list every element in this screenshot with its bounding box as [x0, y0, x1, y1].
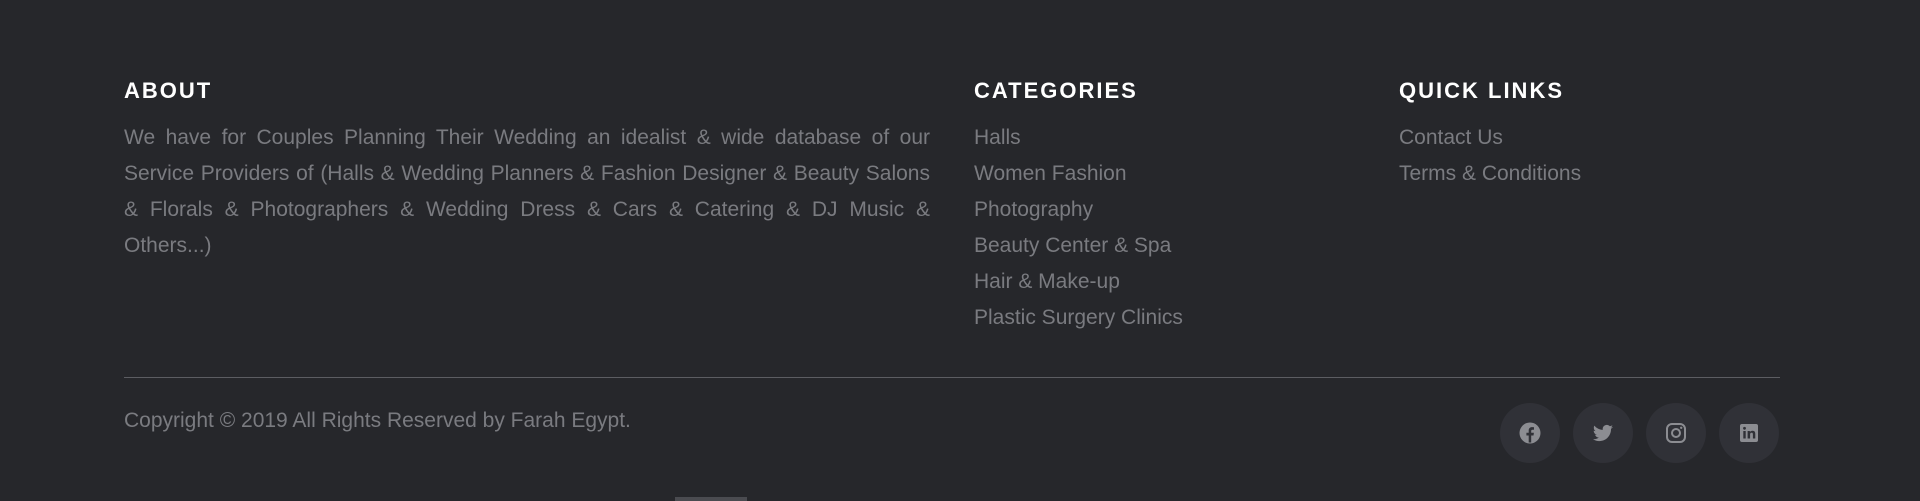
category-link-beauty-center[interactable]: Beauty Center & Spa	[974, 234, 1171, 257]
categories-title: CATEGORIES	[974, 78, 1138, 103]
about-text: We have for Couples Planning Their Weddi…	[124, 126, 930, 257]
instagram-button[interactable]	[1646, 403, 1706, 463]
list-item: Beauty Center & Spa	[974, 228, 1354, 264]
twitter-icon	[1591, 421, 1615, 445]
category-link-photography[interactable]: Photography	[974, 198, 1093, 221]
category-link-halls[interactable]: Halls	[974, 126, 1021, 149]
category-link-women-fashion[interactable]: Women Fashion	[974, 162, 1127, 185]
about-title: ABOUT	[124, 78, 213, 103]
site-footer: ABOUT We have for Couples Planning Their…	[0, 0, 1920, 501]
categories-list: Halls Women Fashion Photography Beauty C…	[974, 120, 1354, 336]
quick-links-section: QUICK LINKS Contact Us Terms & Condition…	[1399, 78, 1779, 192]
list-item: Photography	[974, 192, 1354, 228]
list-item: Contact Us	[1399, 120, 1779, 156]
about-section: ABOUT We have for Couples Planning Their…	[124, 78, 930, 264]
twitter-button[interactable]	[1573, 403, 1633, 463]
social-links	[1500, 403, 1779, 463]
quick-links-list: Contact Us Terms & Conditions	[1399, 120, 1779, 192]
linkedin-button[interactable]	[1719, 403, 1779, 463]
quick-links-title: QUICK LINKS	[1399, 78, 1564, 103]
linkedin-icon	[1737, 421, 1761, 445]
facebook-icon	[1518, 421, 1542, 445]
list-item: Halls	[974, 120, 1354, 156]
category-link-hair-makeup[interactable]: Hair & Make-up	[974, 270, 1120, 293]
copyright-text: Copyright © 2019 All Rights Reserved by …	[124, 409, 631, 432]
facebook-button[interactable]	[1500, 403, 1560, 463]
category-link-plastic-surgery[interactable]: Plastic Surgery Clinics	[974, 306, 1183, 329]
categories-section: CATEGORIES Halls Women Fashion Photograp…	[974, 78, 1354, 336]
list-item: Women Fashion	[974, 156, 1354, 192]
list-item: Terms & Conditions	[1399, 156, 1779, 192]
contact-us-link[interactable]: Contact Us	[1399, 126, 1503, 149]
list-item: Plastic Surgery Clinics	[974, 300, 1354, 336]
scroll-indicator	[675, 497, 747, 501]
footer-divider	[124, 377, 1780, 378]
list-item: Hair & Make-up	[974, 264, 1354, 300]
terms-conditions-link[interactable]: Terms & Conditions	[1399, 162, 1581, 185]
instagram-icon	[1664, 421, 1688, 445]
